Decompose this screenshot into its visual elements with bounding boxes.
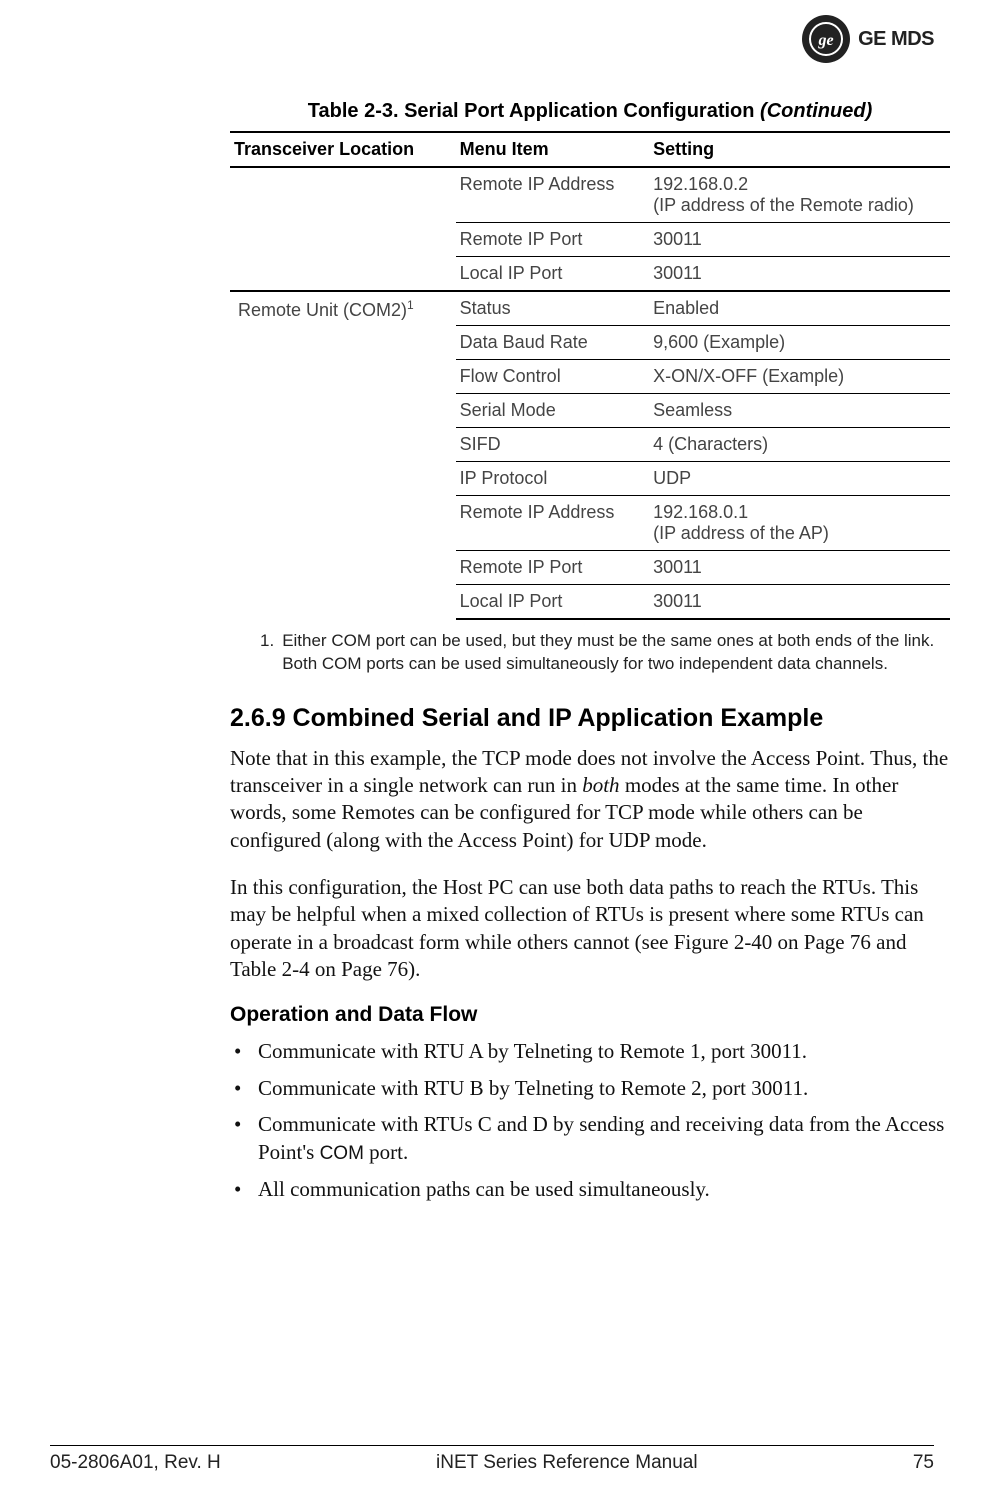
list-item-text: Communicate with RTUs C and D by sending… — [258, 1112, 944, 1164]
svg-text:ge: ge — [818, 32, 834, 49]
cell-setting: X-ON/X-OFF (Example) — [649, 360, 950, 394]
cell-setting: 9,600 (Example) — [649, 326, 950, 360]
cell-setting: 192.168.0.1(IP address of the AP) — [649, 496, 950, 551]
body-paragraph: In this configuration, the Host PC can u… — [230, 874, 950, 983]
table-row: Remote IP Address 192.168.0.2(IP address… — [230, 167, 950, 223]
brand-text: GE MDS — [858, 28, 934, 51]
list-item: Communicate with RTUs C and D by sending… — [230, 1110, 950, 1167]
table-caption-continued: (Continued) — [760, 100, 872, 122]
cell-location: Remote Unit (COM2)1 — [230, 291, 456, 619]
table-caption: Table 2-3. Serial Port Application Confi… — [230, 100, 950, 123]
th-menu: Menu Item — [456, 132, 649, 167]
table-caption-main: Table 2-3. Serial Port Application Confi… — [308, 100, 755, 122]
cell-setting: 192.168.0.2(IP address of the Remote rad… — [649, 167, 950, 223]
location-footnote-ref: 1 — [407, 298, 414, 312]
table-header-row: Transceiver Location Menu Item Setting — [230, 132, 950, 167]
ge-monogram-icon: ge — [802, 15, 850, 63]
cell-setting: 30011 — [649, 585, 950, 620]
table-row: Remote Unit (COM2)1 Status Enabled — [230, 291, 950, 326]
cell-setting: 30011 — [649, 257, 950, 292]
page-content: Table 2-3. Serial Port Application Confi… — [230, 100, 950, 1203]
footer-center: iNET Series Reference Manual — [436, 1452, 698, 1474]
list-item: Communicate with RTU B by Telneting to R… — [230, 1074, 950, 1102]
footnote-number: 1. — [260, 630, 274, 676]
location-text: Remote Unit (COM2) — [238, 300, 407, 320]
cell-menu: SIFD — [456, 428, 649, 462]
cell-location — [230, 167, 456, 291]
footer-right: 75 — [913, 1452, 934, 1474]
cell-setting: 30011 — [649, 551, 950, 585]
cell-menu: Data Baud Rate — [456, 326, 649, 360]
body-paragraph: Note that in this example, the TCP mode … — [230, 745, 950, 854]
cell-menu: Remote IP Address — [456, 167, 649, 223]
cell-menu: Remote IP Port — [456, 551, 649, 585]
cell-setting: 4 (Characters) — [649, 428, 950, 462]
cell-menu: IP Protocol — [456, 462, 649, 496]
cell-menu: Remote IP Address — [456, 496, 649, 551]
list-item: Communicate with RTU A by Telneting to R… — [230, 1037, 950, 1065]
cell-menu: Status — [456, 291, 649, 326]
cell-setting: Enabled — [649, 291, 950, 326]
cell-menu: Flow Control — [456, 360, 649, 394]
th-location: Transceiver Location — [230, 132, 456, 167]
cell-menu: Local IP Port — [456, 585, 649, 620]
cell-menu: Local IP Port — [456, 257, 649, 292]
section-heading: 2.6.9 Combined Serial and IP Application… — [230, 704, 950, 733]
cell-menu: Remote IP Port — [456, 223, 649, 257]
list-item: All communication paths can be used simu… — [230, 1175, 950, 1203]
table-footnote: 1. Either COM port can be used, but they… — [260, 630, 950, 676]
footer-left: 05-2806A01, Rev. H — [50, 1452, 221, 1474]
cell-setting: UDP — [649, 462, 950, 496]
cell-menu: Serial Mode — [456, 394, 649, 428]
th-setting: Setting — [649, 132, 950, 167]
brand-logo: ge GE MDS — [802, 15, 934, 63]
cell-setting: Seamless — [649, 394, 950, 428]
para1-em: both — [582, 773, 619, 797]
page-footer: 05-2806A01, Rev. H iNET Series Reference… — [50, 1445, 934, 1474]
sub-heading: Operation and Data Flow — [230, 1003, 950, 1027]
config-table: Transceiver Location Menu Item Setting R… — [230, 131, 950, 620]
bullet-list: Communicate with RTU A by Telneting to R… — [230, 1037, 950, 1203]
footnote-text: Either COM port can be used, but they mu… — [282, 630, 950, 676]
cell-setting: 30011 — [649, 223, 950, 257]
